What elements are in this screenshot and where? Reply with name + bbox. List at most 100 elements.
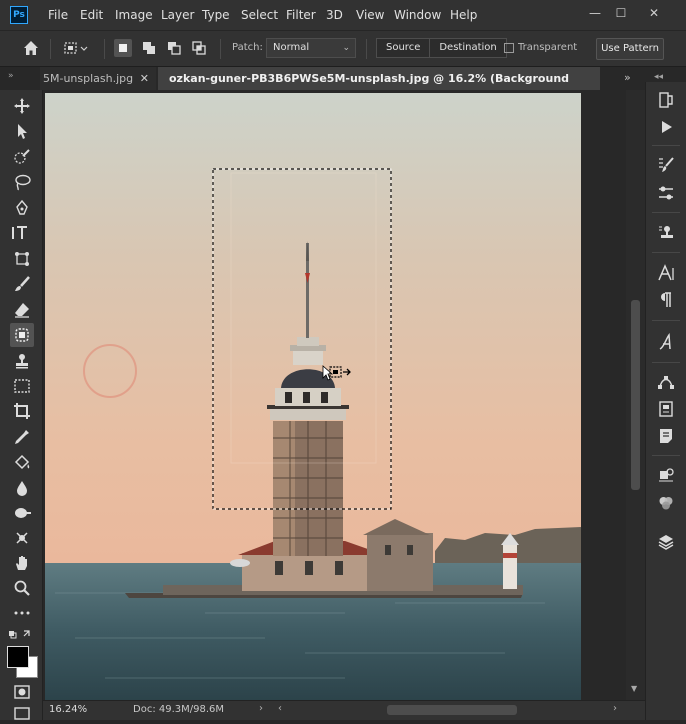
source-destination-toggle: Source Destination xyxy=(376,38,507,58)
notes-icon[interactable] xyxy=(656,426,676,446)
document-canvas[interactable] xyxy=(43,90,626,700)
eyedropper-icon[interactable] xyxy=(12,427,32,447)
home-icon[interactable] xyxy=(22,39,40,57)
sponge-icon[interactable] xyxy=(12,528,32,548)
more-tools-icon[interactable] xyxy=(12,603,32,623)
status-bar: 16.24% Doc: 49.3M/98.6M › ‹ › xyxy=(43,700,645,720)
history-icon[interactable] xyxy=(656,90,676,110)
stamp-icon[interactable] xyxy=(12,351,32,371)
quick-mask-icon[interactable] xyxy=(12,682,32,702)
marquee-icon[interactable] xyxy=(12,376,32,396)
puppet-warp-icon[interactable] xyxy=(12,249,32,269)
path-select-icon[interactable] xyxy=(12,121,32,141)
minimize-button[interactable]: — xyxy=(586,5,604,21)
document-tab-bar: » 5M-unsplash.jpg ✕ ozkan-guner-PB3B6PWS… xyxy=(0,67,686,108)
quick-select-icon[interactable] xyxy=(12,147,32,167)
eraser-icon[interactable] xyxy=(12,300,32,320)
brush-icon[interactable] xyxy=(12,274,32,294)
intersect-selection-icon[interactable] xyxy=(190,39,208,57)
menu-edit[interactable]: Edit xyxy=(80,8,103,22)
foreground-color-swatch[interactable] xyxy=(7,646,29,668)
vertical-scroll-thumb[interactable] xyxy=(631,300,640,490)
dodge-icon[interactable] xyxy=(12,503,32,523)
destination-button[interactable]: Destination xyxy=(429,39,505,57)
transparent-checkbox[interactable] xyxy=(504,43,514,53)
tab-label: 5M-unsplash.jpg xyxy=(43,72,134,85)
separator xyxy=(652,212,680,213)
crop-icon[interactable] xyxy=(12,401,32,421)
patch-mode-value: Normal xyxy=(273,42,310,53)
libraries-3d-icon[interactable] xyxy=(656,465,676,485)
glyphs-icon[interactable] xyxy=(656,332,676,352)
document-size: Doc: 49.3M/98.6M xyxy=(133,704,225,715)
scroll-down-icon[interactable]: ▼ xyxy=(631,684,637,693)
scroll-left-icon[interactable]: ‹ xyxy=(278,703,282,714)
separator xyxy=(652,455,680,456)
separator xyxy=(652,320,680,321)
pen-icon[interactable] xyxy=(12,198,32,218)
screen-mode-icon[interactable] xyxy=(12,704,32,724)
patch-mode-select[interactable]: Normal ⌄ xyxy=(266,38,356,58)
paint-bucket-icon[interactable] xyxy=(12,452,32,472)
separator xyxy=(104,39,105,59)
more-tabs-icon[interactable]: » xyxy=(624,71,631,84)
properties-icon[interactable] xyxy=(656,399,676,419)
source-button[interactable]: Source xyxy=(377,39,429,57)
horizontal-scroll-thumb[interactable] xyxy=(387,705,517,715)
close-button[interactable]: ✕ xyxy=(645,5,663,21)
paragraph-icon[interactable] xyxy=(656,290,676,310)
menu-window[interactable]: Window xyxy=(394,8,441,22)
layers-icon[interactable] xyxy=(656,532,676,552)
adjustments-icon[interactable] xyxy=(656,183,676,203)
character-icon[interactable] xyxy=(656,263,676,283)
type-icon[interactable] xyxy=(12,223,32,243)
close-tab-icon[interactable]: ✕ xyxy=(140,67,149,90)
tools-panel xyxy=(0,90,43,720)
menu-filter[interactable]: Filter xyxy=(286,8,316,22)
menu-view[interactable]: View xyxy=(356,8,384,22)
move-icon[interactable] xyxy=(12,96,32,116)
zoom-icon[interactable] xyxy=(12,578,32,598)
photoshop-logo: Ps xyxy=(10,6,28,24)
menu-select[interactable]: Select xyxy=(241,8,278,22)
vertical-scrollbar[interactable]: ▼ xyxy=(626,90,645,700)
menu-type[interactable]: Type xyxy=(202,8,230,22)
restore-button[interactable]: ☐ xyxy=(612,5,630,21)
collapse-toolbar-icon[interactable]: » xyxy=(8,71,14,81)
actions-play-icon[interactable] xyxy=(656,117,676,137)
new-selection-icon[interactable] xyxy=(114,39,132,57)
expand-panels-icon[interactable]: ◂◂ xyxy=(654,72,663,82)
blur-icon[interactable] xyxy=(12,478,32,498)
menu-image[interactable]: Image xyxy=(115,8,153,22)
separator xyxy=(50,39,51,59)
clone-source-icon[interactable] xyxy=(656,223,676,243)
hand-icon[interactable] xyxy=(12,553,32,573)
menu-3d[interactable]: 3D xyxy=(326,8,343,22)
tab-document-2[interactable]: ozkan-guner-PB3B6PWSe5M-unsplash.jpg @ 1… xyxy=(158,67,600,108)
separator xyxy=(366,39,367,59)
channels-icon[interactable] xyxy=(656,493,676,513)
separator xyxy=(652,362,680,363)
menu-help[interactable]: Help xyxy=(450,8,477,22)
separator xyxy=(652,145,680,146)
tab-document-1[interactable]: 5M-unsplash.jpg ✕ xyxy=(40,67,156,90)
patch-tool-preset-icon[interactable] xyxy=(62,39,88,57)
patch-icon[interactable] xyxy=(10,323,34,347)
zoom-level[interactable]: 16.24% xyxy=(49,704,87,715)
separator xyxy=(220,39,221,59)
subtract-from-selection-icon[interactable] xyxy=(165,39,183,57)
add-to-selection-icon[interactable] xyxy=(140,39,158,57)
menu-bar: Ps File Edit Image Layer Type Select Fil… xyxy=(0,0,686,30)
document-image[interactable] xyxy=(45,93,581,700)
status-menu-icon[interactable]: › xyxy=(259,703,263,714)
menu-layer[interactable]: Layer xyxy=(161,8,194,22)
transparent-label: Transparent xyxy=(518,42,578,53)
brush-settings-icon[interactable] xyxy=(656,155,676,175)
scroll-right-icon[interactable]: › xyxy=(613,703,617,714)
separator xyxy=(652,252,680,253)
paths-icon[interactable] xyxy=(656,372,676,392)
use-pattern-button[interactable]: Use Pattern xyxy=(596,38,664,60)
lasso-icon[interactable] xyxy=(12,172,32,192)
swap-colors-icon[interactable] xyxy=(8,626,32,646)
menu-file[interactable]: File xyxy=(48,8,68,22)
